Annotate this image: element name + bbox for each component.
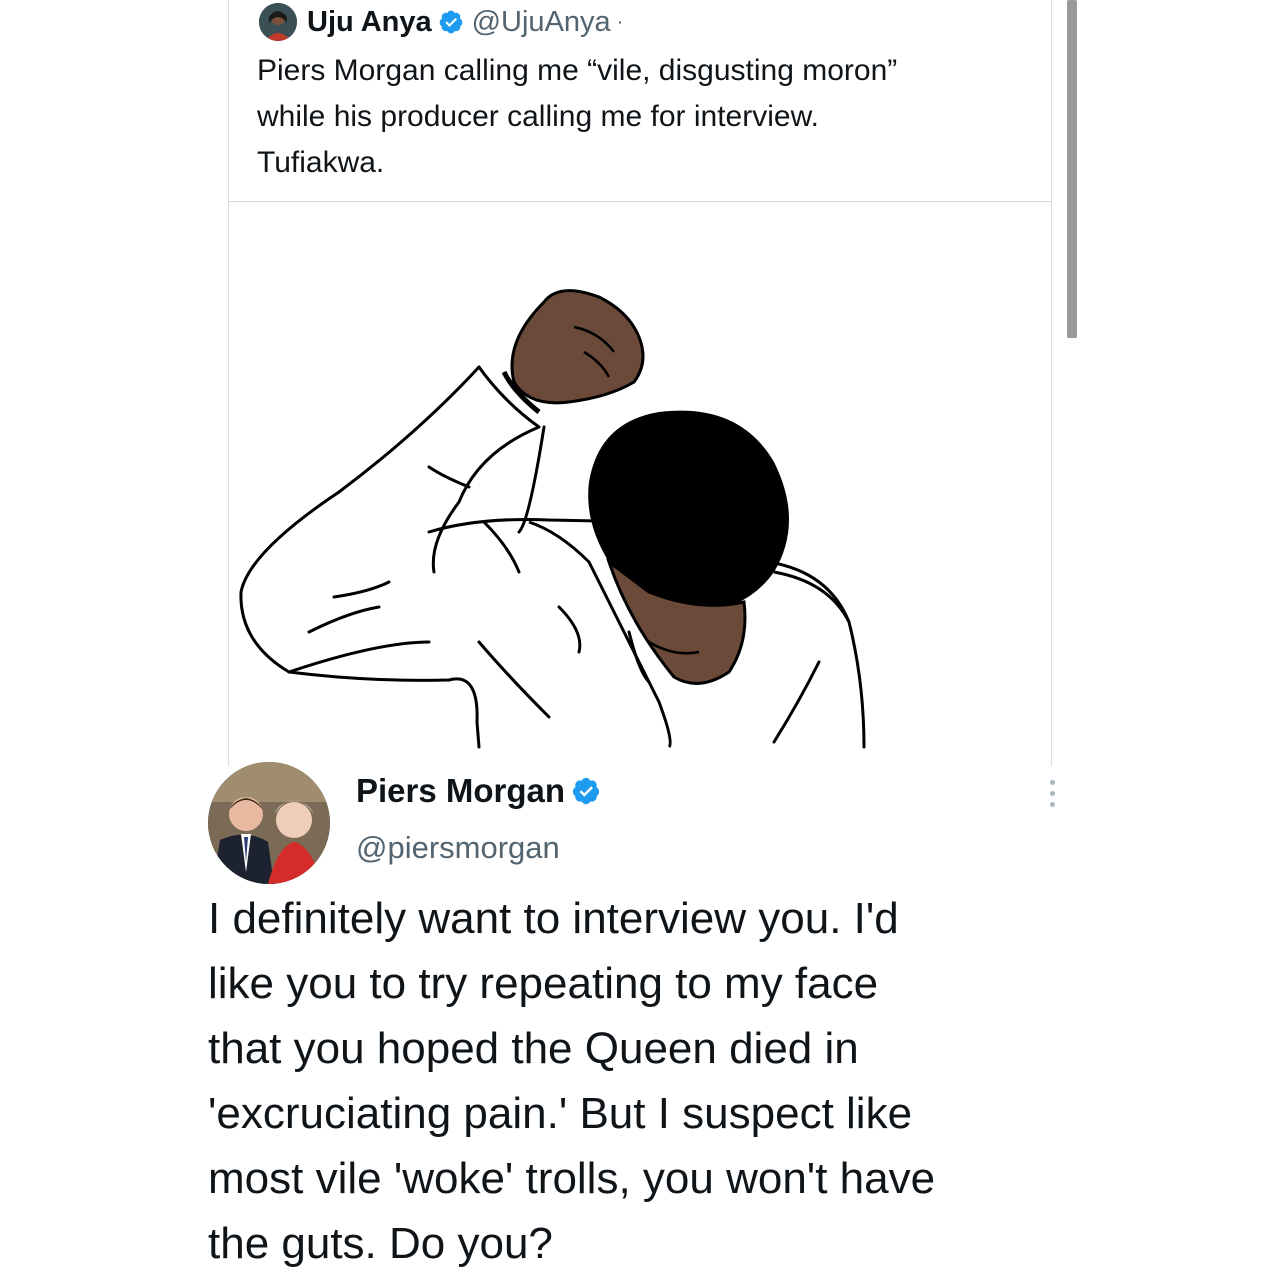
quoted-tweet-header: Uju Anya @UjuAnya · [259,2,623,42]
quoted-author-handle[interactable]: @UjuAnya [472,6,611,39]
author-name[interactable]: Piers Morgan [356,772,565,810]
man-dab-illustration-icon [239,289,866,749]
avatar-photo-icon [208,762,330,884]
separator-dot: · [616,10,624,33]
tweet-text: I definitely want to interview you. I'd … [208,894,936,1268]
quoted-author-avatar[interactable] [259,3,297,41]
author-handle[interactable]: @piersmorgan [356,830,560,866]
quoted-tweet-text: Piers Morgan calling me “vile, disgustin… [257,54,898,179]
quoted-tweet-image[interactable] [229,202,1051,762]
vertical-ellipsis-icon[interactable] [1046,780,1058,814]
quoted-tweet-card[interactable]: Uju Anya @UjuAnya · Piers Morgan calling… [228,0,1052,766]
verified-badge-icon [438,9,464,35]
avatar-photo-icon [259,3,297,41]
author-name-row: Piers Morgan [356,772,601,810]
scrollbar[interactable] [1067,0,1077,338]
quoted-author-name[interactable]: Uju Anya [307,6,432,39]
author-avatar[interactable] [208,762,330,884]
verified-badge-icon [571,776,601,806]
